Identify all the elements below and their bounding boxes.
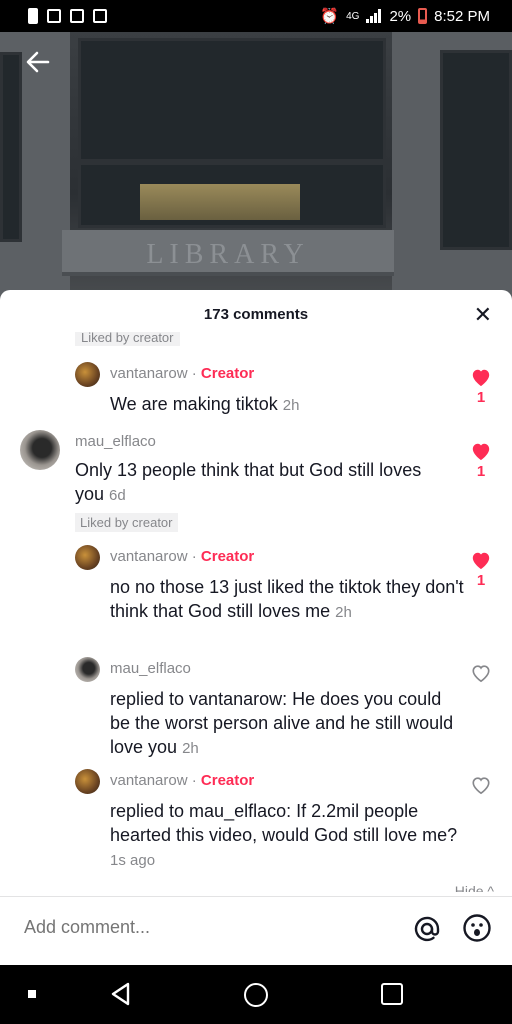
comment-username[interactable]: mau_elflaco	[75, 433, 156, 450]
heart-filled-icon	[472, 552, 490, 570]
creator-badge: Creator	[200, 548, 255, 565]
mention-button[interactable]	[412, 914, 442, 944]
comment-username[interactable]: vantanarow	[110, 548, 188, 565]
avatar[interactable]	[75, 362, 100, 387]
nav-menu-dot	[28, 990, 36, 998]
liked-by-creator-badge: Liked by creator	[75, 332, 180, 346]
separator-dot: ·	[191, 772, 201, 789]
at-sign-icon	[414, 916, 440, 942]
hide-replies-button[interactable]: Hide ^	[455, 882, 494, 892]
back-button[interactable]	[24, 48, 54, 78]
notification-icons	[28, 8, 107, 24]
comment-time: 2h	[282, 397, 300, 414]
separator-dot: ·	[191, 365, 201, 382]
app-notification-icon	[93, 9, 107, 23]
library-sign: LIBRARY	[62, 230, 394, 276]
battery-alert-icon	[28, 8, 38, 24]
clock: 8:52 PM	[434, 7, 490, 25]
emoji-button[interactable]	[462, 913, 492, 943]
avatar[interactable]	[75, 769, 100, 794]
system-nav-bar	[0, 965, 512, 1024]
comment-list[interactable]: Liked by creator vantanarow · Creator We…	[0, 332, 512, 896]
system-icons: ⏰ 4G 2% 8:52 PM	[320, 7, 490, 26]
window-bar	[81, 159, 383, 165]
comment-time: 2h	[182, 740, 199, 757]
comment-text: We are making tiktok 2h	[110, 392, 485, 418]
like-button[interactable]	[470, 775, 492, 795]
comment-time: 6d	[109, 487, 126, 504]
comment-username[interactable]: vantanarow	[110, 772, 188, 789]
video-light	[140, 184, 300, 220]
liked-by-creator-badge: Liked by creator	[75, 513, 178, 532]
comment-text: Only 13 people think that but God still …	[75, 458, 435, 508]
nav-back-icon[interactable]	[108, 981, 134, 1007]
status-bar: ⏰ 4G 2% 8:52 PM	[0, 0, 512, 32]
emoji-icon	[463, 914, 491, 942]
signal-icon	[366, 9, 382, 23]
separator-dot: ·	[191, 548, 201, 565]
heart-filled-icon	[472, 443, 490, 461]
comment-text: no no those 13 just liked the tiktok the…	[110, 575, 465, 625]
creator-badge: Creator	[200, 772, 255, 789]
video-player[interactable]: LIBRARY	[0, 32, 512, 302]
nav-home-icon[interactable]	[244, 983, 268, 1007]
comment-time: 2h	[335, 604, 352, 621]
like-count: 1	[476, 463, 486, 480]
comment-username[interactable]: vantanarow	[110, 365, 188, 382]
avatar[interactable]	[75, 545, 100, 570]
comment-username-line: vantanarow · Creator	[110, 772, 254, 789]
screen: ⏰ 4G 2% 8:52 PM LIBRARY 173 comments ✕ L…	[0, 0, 512, 1024]
comment-text: replied to mau_elflaco: If 2.2mil people…	[110, 799, 460, 873]
heart-outline-icon	[472, 665, 490, 683]
like-count: 1	[476, 389, 486, 406]
add-comment-bar	[0, 896, 512, 965]
like-count: 1	[476, 572, 486, 589]
comment-username-line: vantanarow · Creator	[110, 548, 254, 565]
add-comment-input[interactable]	[24, 917, 384, 938]
comment-body: We are making tiktok	[110, 394, 278, 414]
comment-username[interactable]: mau_elflaco	[110, 660, 191, 677]
creator-badge: Creator	[200, 365, 255, 382]
like-button[interactable]	[470, 663, 492, 683]
comments-count-title: 173 comments	[203, 306, 309, 323]
battery-percent: 2%	[389, 7, 412, 25]
heart-outline-icon	[472, 777, 490, 795]
like-button[interactable]: 1	[470, 550, 492, 589]
comment-text: replied to vantanarow: He does you could…	[110, 687, 455, 761]
battery-icon	[418, 8, 428, 24]
like-button[interactable]: 1	[470, 441, 492, 480]
comments-sheet: 173 comments ✕ Liked by creator vantanar…	[0, 290, 512, 965]
comment-body: replied to vantanarow: He does you could…	[110, 689, 454, 757]
comment-body: no no those 13 just liked the tiktok the…	[110, 577, 464, 621]
like-button[interactable]: 1	[470, 367, 492, 406]
network-type: 4G	[346, 10, 360, 22]
comment-body: replied to mau_elflaco: If 2.2mil people…	[110, 801, 458, 845]
voicemail-icon	[47, 9, 61, 23]
video-window	[0, 52, 22, 242]
video-window	[440, 50, 512, 250]
avatar[interactable]	[20, 430, 60, 470]
nav-recents-icon[interactable]	[381, 983, 403, 1005]
alarm-icon: ⏰	[320, 8, 340, 25]
comment-username-line: vantanarow · Creator	[110, 365, 254, 382]
comment-body: Only 13 people think that but God still …	[75, 460, 422, 504]
heart-filled-icon	[472, 369, 490, 387]
comment-time: 1s ago	[110, 852, 156, 869]
arrow-left-icon	[26, 51, 50, 73]
image-icon	[70, 9, 84, 23]
avatar[interactable]	[75, 657, 100, 682]
